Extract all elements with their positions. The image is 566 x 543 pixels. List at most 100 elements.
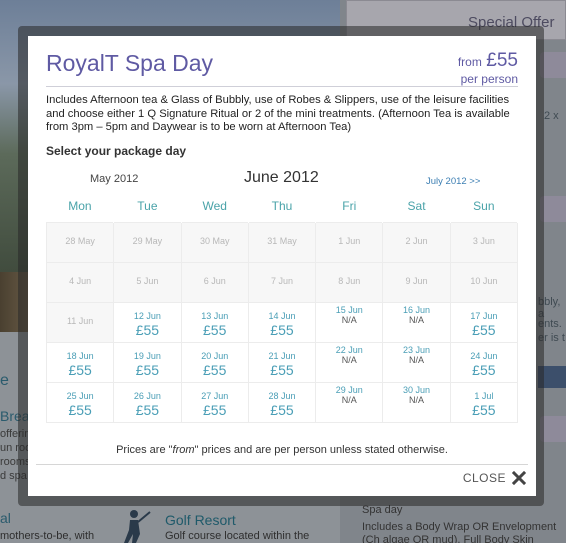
weekday-header: Fri: [315, 190, 384, 222]
day-date: 23 Jun: [403, 344, 431, 355]
calendar-day-cell: 10 Jun: [449, 261, 519, 303]
modal-title: RoyalT Spa Day: [46, 50, 214, 76]
day-price: £55: [68, 361, 92, 378]
close-button[interactable]: CLOSE: [463, 471, 526, 485]
calendar-day-cell[interactable]: 26 Jun £55: [113, 381, 182, 423]
calendar: Mon Tue Wed Thu Fri Sat Sun 28 May 29 May 30 May…: [45, 190, 519, 423]
calendar-day-cell[interactable]: 18 Jun £55: [45, 341, 115, 383]
calendar-day-cell[interactable]: 14 Jun £55: [247, 301, 317, 343]
calendar-day-cell: 30 Jun N/A: [382, 381, 451, 423]
select-day-label: Select your package day: [46, 144, 187, 158]
day-price: £55: [203, 321, 227, 338]
close-x-icon: [512, 471, 526, 485]
day-date: 1 Jun: [338, 235, 361, 246]
calendar-day-cell: 1 Jun: [315, 221, 384, 263]
weekday-header: Wed: [181, 190, 249, 222]
calendar-day-cell[interactable]: 21 Jun £55: [247, 341, 317, 383]
calendar-day-cell: 29 May: [113, 221, 182, 263]
current-month-title: June 2012: [244, 169, 319, 186]
day-date: 29 May: [132, 235, 163, 246]
close-label: CLOSE: [462, 471, 506, 485]
day-price: £55: [472, 321, 496, 338]
calendar-day-cell[interactable]: 17 Jun £55: [449, 301, 519, 343]
calendar-day-cell: 7 Jun: [247, 261, 317, 303]
day-unavailable: N/A: [409, 394, 425, 405]
day-price: £55: [270, 361, 294, 378]
day-price: £55: [472, 361, 496, 378]
day-price: £55: [472, 401, 496, 418]
calendar-day-cell[interactable]: 24 Jun £55: [449, 341, 519, 383]
day-date: 30 Jun: [403, 384, 431, 395]
day-price: £55: [135, 321, 160, 338]
day-date: 15 Jun: [335, 304, 363, 315]
calendar-day-cell: 22 Jun N/A: [315, 341, 384, 383]
calendar-day-cell: 3 Jun: [449, 221, 519, 263]
day-date: 10 Jun: [470, 275, 498, 286]
next-month-link[interactable]: July 2012 >>: [426, 176, 480, 187]
day-date: 22 Jun: [335, 344, 363, 355]
calendar-day-cell[interactable]: 27 Jun £55: [180, 381, 249, 423]
weekday-header: Mon: [46, 190, 115, 222]
day-price: £55: [270, 321, 294, 338]
day-date: 3 Jun: [472, 235, 495, 246]
day-date: 4 Jun: [69, 275, 92, 286]
calendar-day-cell: 9 Jun: [382, 261, 451, 303]
weekday-header: Thu: [248, 190, 317, 222]
section-text: mothers-to-be, with: [0, 530, 95, 542]
calendar-day-cell[interactable]: 28 Jun £55: [247, 381, 317, 423]
side-text: 2 x: [544, 110, 559, 122]
calendar-day-cell[interactable]: 19 Jun £55: [113, 341, 182, 383]
golf-resort-text: Golf course located within the: [165, 530, 310, 542]
day-price: £55: [135, 361, 160, 378]
day-price: £55: [270, 401, 294, 418]
calendar-day-cell[interactable]: 13 Jun £55: [180, 301, 249, 343]
day-price: £55: [68, 401, 92, 418]
calendar-day-cell: 28 May: [45, 221, 115, 263]
day-date: 6 Jun: [203, 275, 226, 286]
weekday-header-row: Mon Tue Wed Thu Fri Sat Sun: [46, 190, 519, 222]
day-unavailable: N/A: [409, 314, 425, 325]
calendar-week-row: 4 Jun 5 Jun 6 Jun 7 Jun 8 Jun 9 Jun 10 Jun: [45, 261, 519, 303]
day-date: 16 Jun: [403, 304, 431, 315]
day-price: £55: [203, 401, 227, 418]
calendar-day-cell: 29 Jun N/A: [315, 381, 384, 423]
prev-month-label: May 2012: [90, 173, 139, 185]
calendar-day-cell[interactable]: 25 Jun £55: [45, 381, 115, 423]
day-date: 27 Jun: [201, 390, 229, 401]
day-date: 17 Jun: [470, 310, 498, 321]
price-note-emphasis: from: [172, 444, 195, 456]
calendar-day-cell[interactable]: 20 Jun £55: [180, 341, 249, 383]
day-unavailable: N/A: [341, 354, 357, 365]
calendar-day-cell: 23 Jun N/A: [382, 341, 451, 383]
day-date: 30 May: [199, 235, 230, 246]
package-modal: RoyalT Spa Day from £55 per person Inclu…: [28, 36, 536, 496]
price-note-text: " prices and are per person unless state…: [194, 444, 448, 456]
calendar-day-cell: 30 May: [180, 221, 249, 263]
calendar-day-cell: 31 May: [247, 221, 317, 263]
calendar-day-cell[interactable]: 1 Jul £55: [449, 381, 519, 423]
weekday-header: Sat: [382, 190, 451, 222]
golf-resort-title: Golf Resort: [165, 512, 236, 528]
calendar-day-cell: 6 Jun: [180, 261, 249, 303]
weekday-header: Tue: [113, 190, 182, 222]
day-price: £55: [203, 361, 227, 378]
day-unavailable: N/A: [341, 394, 357, 405]
calendar-week-row: 11 Jun 12 Jun £55 13 Jun £55 14 Jun £55 15 Jun N…: [45, 301, 519, 343]
day-date: 26 Jun: [133, 390, 161, 401]
calendar-day-cell: 5 Jun: [113, 261, 182, 303]
price-note: Prices are "from" prices and are per per…: [28, 444, 536, 456]
day-date: 2 Jun: [405, 235, 428, 246]
day-date: 24 Jun: [470, 350, 498, 361]
day-date: 18 Jun: [66, 350, 94, 361]
day-date: 8 Jun: [338, 275, 361, 286]
calendar-day-cell: 11 Jun: [45, 301, 115, 343]
weekday-header: Sun: [450, 190, 519, 222]
day-date: 14 Jun: [268, 310, 296, 321]
calendar-day-cell: 15 Jun N/A: [315, 301, 384, 343]
price-amount: £55: [486, 50, 518, 71]
calendar-body: 28 May 29 May 30 May 31 May 1 Jun 2 Jun 3 Jun 4…: [45, 221, 519, 423]
day-date: 1 Jul: [474, 390, 494, 401]
calendar-day-cell[interactable]: 12 Jun £55: [113, 301, 182, 343]
day-date: 28 May: [65, 235, 95, 246]
package-description: Includes Afternoon tea & Glass of Bubbly…: [46, 94, 510, 134]
